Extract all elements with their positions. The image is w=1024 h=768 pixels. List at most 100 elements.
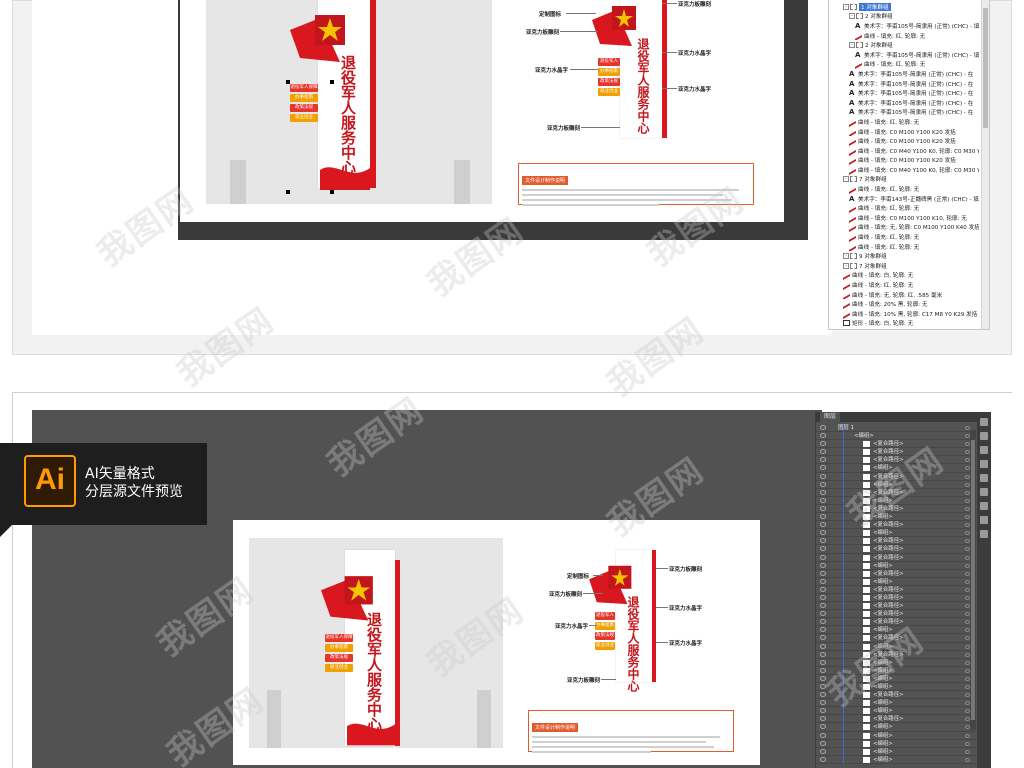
visibility-eye-icon[interactable] bbox=[820, 570, 826, 576]
layer-row[interactable]: <编组> bbox=[816, 642, 976, 651]
layer-row[interactable]: <复合路径> bbox=[816, 618, 976, 627]
visibility-eye-icon[interactable] bbox=[820, 562, 826, 568]
visibility-eye-icon[interactable] bbox=[820, 756, 826, 762]
object-item[interactable]: A 美术字：李甫143号-正魏碑黑 (正常) (CHC) - 填充 bbox=[831, 194, 979, 204]
brushes-icon[interactable] bbox=[980, 446, 988, 454]
visibility-eye-icon[interactable] bbox=[820, 449, 826, 455]
visibility-eye-icon[interactable] bbox=[820, 651, 826, 657]
object-item[interactable]: A 美术字：李甫105号-简隶用 (正常) (CHC) - 在 bbox=[831, 79, 979, 89]
expand-toggle-icon[interactable]: - bbox=[843, 176, 849, 183]
swatches-icon[interactable] bbox=[980, 432, 988, 440]
object-manager-docker[interactable]: -1 对象群组 -2 对象群组 A 美术字：李甫105号-简隶用 (正常) (CHC)… bbox=[828, 0, 990, 330]
selection-handle[interactable] bbox=[286, 80, 290, 84]
appearance-icon[interactable] bbox=[980, 516, 988, 524]
layer-row[interactable]: <编组> bbox=[816, 674, 976, 683]
layer-row[interactable]: <复合路径> bbox=[816, 634, 976, 643]
object-item[interactable]: 曲线 - 填充: 红, 轮廓: 无 bbox=[831, 203, 979, 214]
layers-scrollbar[interactable] bbox=[970, 430, 976, 730]
visibility-eye-icon[interactable] bbox=[820, 530, 826, 536]
visibility-eye-icon[interactable] bbox=[820, 611, 826, 617]
layer-row[interactable]: <编组> bbox=[816, 666, 976, 675]
visibility-eye-icon[interactable] bbox=[820, 675, 826, 681]
layer-row-top[interactable]: 图层 1 bbox=[816, 424, 976, 433]
graphic-styles-icon[interactable] bbox=[980, 530, 988, 538]
visibility-eye-icon[interactable] bbox=[820, 635, 826, 641]
gradient-icon[interactable] bbox=[980, 488, 988, 496]
object-item[interactable]: - 7 对象群组 bbox=[831, 175, 979, 185]
selection-handle[interactable] bbox=[286, 190, 290, 194]
layer-row[interactable]: <复合路径> bbox=[816, 691, 976, 700]
layer-row[interactable]: <复合路径> bbox=[816, 610, 976, 619]
expand-toggle-icon[interactable]: - bbox=[849, 13, 855, 20]
visibility-eye-icon[interactable] bbox=[820, 578, 826, 584]
visibility-eye-icon[interactable] bbox=[820, 505, 826, 511]
visibility-eye-icon[interactable] bbox=[820, 457, 826, 463]
layer-row-group[interactable]: <编组> bbox=[816, 432, 976, 441]
layer-row[interactable]: <编组> bbox=[816, 731, 976, 740]
expand-toggle-icon[interactable]: - bbox=[843, 253, 849, 260]
object-item[interactable]: - 2 对象群组 bbox=[831, 40, 979, 50]
object-item[interactable]: 曲线 - 填充: 80% 黑, 轮廓: 70% 黑 发括 bbox=[831, 328, 979, 329]
layer-row[interactable]: <编组> bbox=[816, 699, 976, 708]
visibility-eye-icon[interactable] bbox=[820, 740, 826, 746]
stroke-icon[interactable] bbox=[980, 474, 988, 482]
object-item[interactable]: A 美术字：李甫105号-简隶用 (正常) (CHC) - 在 bbox=[831, 108, 979, 118]
layer-row[interactable]: <编组> bbox=[816, 707, 976, 716]
object-item[interactable]: A 美术字：李甫105号-简隶用 (正常) (CHC) - 在 bbox=[831, 69, 979, 79]
visibility-eye-icon[interactable] bbox=[820, 692, 826, 698]
object-item[interactable]: 曲线 - 填充: 红, 轮廓: 无 bbox=[831, 184, 979, 194]
object-item[interactable]: 曲线 - 填充: 红, 轮廓: 无 bbox=[831, 232, 979, 242]
object-item[interactable]: 曲线 - 填充: 白, 轮廓: 无 bbox=[831, 270, 979, 281]
selection-handle[interactable] bbox=[330, 190, 334, 194]
object-item[interactable]: 曲线 - 填充: C0 M100 Y100 K20 发括 bbox=[831, 126, 979, 137]
visibility-eye-icon[interactable] bbox=[820, 433, 826, 439]
layer-row[interactable]: <编组> bbox=[816, 723, 976, 732]
layer-row[interactable]: <编组> bbox=[816, 577, 976, 586]
layer-row[interactable]: <复合路径> bbox=[816, 448, 976, 457]
object-item[interactable]: - 2 对象群组 bbox=[831, 12, 979, 22]
visibility-eye-icon[interactable] bbox=[820, 643, 826, 649]
visibility-eye-icon[interactable] bbox=[820, 514, 826, 520]
layer-row[interactable]: <复合路径> bbox=[816, 472, 976, 481]
visibility-eye-icon[interactable] bbox=[820, 700, 826, 706]
layer-row[interactable]: <复合路径> bbox=[816, 593, 976, 603]
layers-panel[interactable]: 图层 图层 1 <编组> <复合路径> <复合路径> <复合路径> <编组> <复合路径> <… bbox=[815, 412, 991, 768]
object-item[interactable]: 曲线 - 填充: 10% 黑, 轮廓: C17 M8 Y0 K29 发括 bbox=[831, 309, 979, 319]
layer-row[interactable]: <复合路径> bbox=[816, 504, 976, 514]
layer-row[interactable]: <复合路径> bbox=[816, 569, 976, 578]
object-item[interactable]: A 美术字：李甫105号-简隶用 (正常) (CHC) - 在 bbox=[831, 98, 979, 108]
visibility-eye-icon[interactable] bbox=[820, 425, 826, 430]
layer-row[interactable]: <编组> bbox=[816, 626, 976, 635]
layer-row[interactable]: <编组> bbox=[816, 683, 976, 692]
layer-row[interactable]: <编组> bbox=[816, 480, 976, 489]
object-item[interactable]: 曲线 - 填充: 20% 黑, 轮廓: 无 bbox=[831, 299, 979, 309]
visibility-eye-icon[interactable] bbox=[820, 732, 826, 738]
object-item[interactable]: 曲线 - 填充: 红, 轮廓: 无 bbox=[831, 117, 979, 127]
visibility-eye-icon[interactable] bbox=[820, 627, 826, 633]
object-item[interactable]: 曲线 - 填充: 红, 轮廓: 无 bbox=[831, 59, 979, 70]
layer-row[interactable]: <编组> bbox=[816, 747, 976, 756]
color-panel-icon[interactable] bbox=[980, 418, 988, 426]
expand-toggle-icon[interactable]: - bbox=[843, 3, 849, 10]
object-item[interactable]: 曲线 - 填充: 红, 轮廓: 无 bbox=[831, 241, 979, 252]
layer-row[interactable]: <编组> bbox=[816, 755, 976, 764]
layer-row[interactable]: <复合路径> bbox=[816, 650, 976, 659]
visibility-eye-icon[interactable] bbox=[820, 716, 826, 722]
expand-toggle-icon[interactable]: - bbox=[843, 262, 849, 269]
layer-row[interactable]: <编组> bbox=[816, 513, 976, 522]
layer-row[interactable]: <复合路径> bbox=[816, 545, 976, 554]
layers-scroll-thumb[interactable] bbox=[971, 440, 975, 720]
docker-scroll-thumb[interactable] bbox=[983, 8, 988, 128]
visibility-eye-icon[interactable] bbox=[820, 684, 826, 689]
visibility-eye-icon[interactable] bbox=[820, 441, 826, 447]
target-circle-icon[interactable] bbox=[965, 741, 970, 746]
layer-row[interactable]: <编组> bbox=[816, 496, 976, 505]
object-item[interactable]: A 美术字：李甫105号-简隶用 (正常) (CHC) - 填充 bbox=[831, 50, 979, 60]
visibility-eye-icon[interactable] bbox=[820, 667, 826, 673]
layer-row[interactable]: <复合路径> bbox=[816, 602, 976, 611]
visibility-eye-icon[interactable] bbox=[820, 489, 826, 495]
object-item[interactable]: 曲线 - 填充: 红, 轮廓: 无 bbox=[831, 30, 979, 41]
layer-row[interactable]: <编组> bbox=[816, 561, 976, 570]
visibility-eye-icon[interactable] bbox=[820, 497, 826, 503]
object-item[interactable]: A 美术字：李甫105号-简隶用 (正常) (CHC) - 在 bbox=[831, 88, 979, 98]
